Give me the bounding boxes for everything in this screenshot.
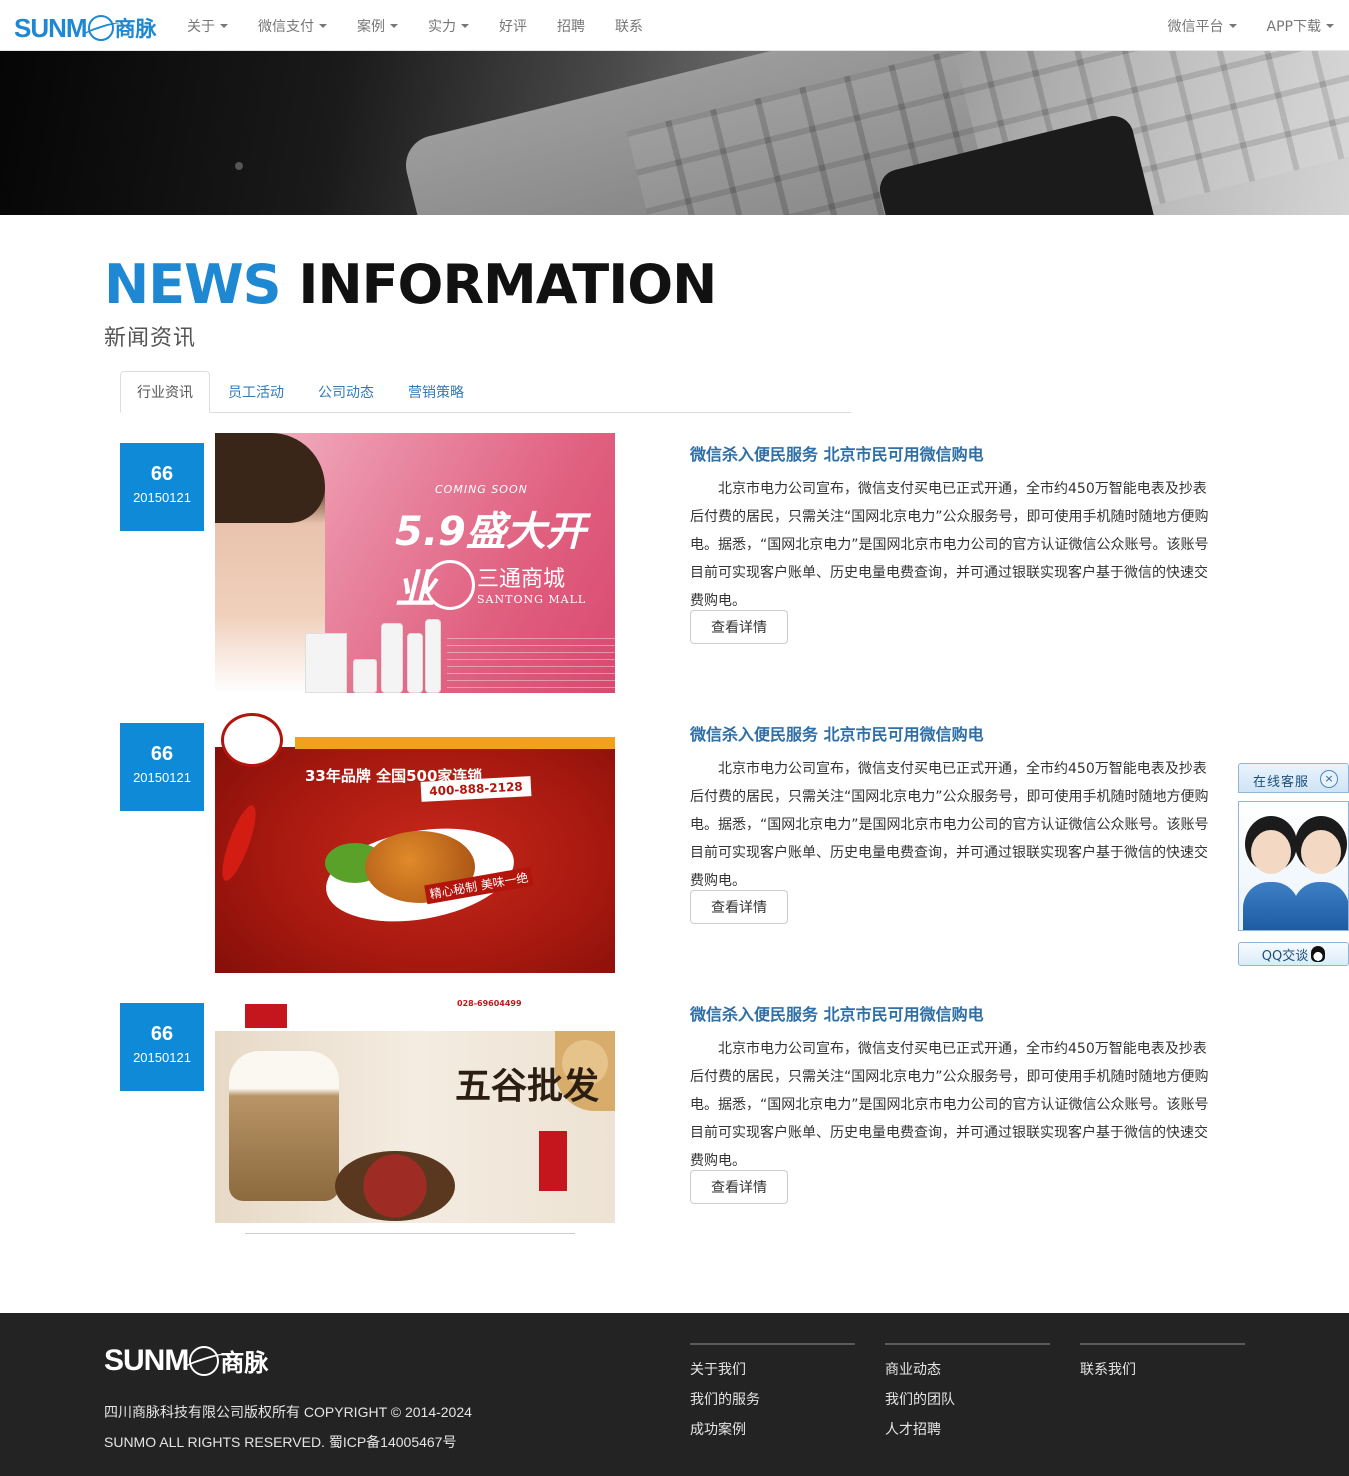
globe-icon [189,1345,220,1376]
nav-item-contact[interactable]: 联系 [600,0,658,51]
nav-item-wechat-platform[interactable]: 微信平台 [1153,0,1252,51]
caret-down-icon [461,23,469,28]
hero-banner [0,51,1349,215]
footer-column: 联系我们 [1080,1343,1245,1385]
qq-chat-button[interactable]: QQ交谈 [1238,942,1349,966]
footer-link-cases[interactable]: 成功案例 [690,1415,855,1445]
news-title-link[interactable]: 微信杀入便民服务 北京市民可用微信购电 [690,1001,984,1025]
date-badge: 66 20150121 [120,723,204,811]
footer-column: 关于我们 我们的服务 成功案例 [690,1343,855,1445]
caret-down-icon [1326,23,1334,28]
caret-down-icon [390,23,398,28]
tab-marketing-strategy[interactable]: 营销策略 [392,371,480,413]
widget-header: 在线客服 × [1238,763,1349,793]
online-service-widget: 在线客服 × QQ交谈 [1238,763,1349,967]
caret-down-icon [1228,23,1237,28]
beans-bowl-shape [335,1151,455,1221]
fine-print [447,638,615,688]
footer-column: 商业动态 我们的团队 人才招聘 [885,1343,1050,1445]
section-heading: NEWS INFORMATION 新闻资讯 [104,252,717,352]
nav-item-jobs[interactable]: 招聘 [542,0,600,51]
copyright: 四川商脉科技有限公司版权所有 COPYRIGHT © 2014-2024 SUN… [104,1404,472,1450]
nav-item-cases[interactable]: 案例 [342,0,413,51]
agents-avatar [1238,801,1349,931]
restaurant-logo-icon [221,713,283,767]
footer-logo[interactable]: SUNM 商脉 [104,1343,268,1378]
news-summary: 北京市电力公司宣布，微信支付买电已正式开通，全市约450万智能电表及抄表后付费的… [690,481,1209,609]
news-item: 66 20150121 COMING SOON 5.9盛大开业 三通商城 SAN… [120,433,1230,693]
shop-logo-icon [425,560,475,610]
qq-penguin-icon [1311,946,1326,962]
nav-item-wechat-pay[interactable]: 微信支付 [243,0,342,51]
news-item: 66 20150121 33年品牌 全国500家连锁 400-888-2128 … [120,713,1230,973]
news-title-link[interactable]: 微信杀入便民服务 北京市民可用微信购电 [690,721,984,745]
nav-right: 微信平台 APP下载 [1153,0,1349,51]
footer-link-about[interactable]: 关于我们 [690,1355,855,1385]
view-details-button[interactable]: 查看详情 [690,1170,788,1204]
news-summary: 北京市电力公司宣布，微信支付买电已正式开通，全市约450万智能电表及抄表后付费的… [690,761,1209,889]
tab-industry-news[interactable]: 行业资讯 [120,371,210,413]
news-summary: 北京市电力公司宣布，微信支付买电已正式开通，全市约450万智能电表及抄表后付费的… [690,1041,1209,1169]
view-details-button[interactable]: 查看详情 [690,610,788,644]
top-navbar: SUNM 商脉 关于 微信支付 案例 实力 好评 招聘 联系 微信平台 APP下… [0,0,1349,51]
footer-link-services[interactable]: 我们的服务 [690,1385,855,1415]
footer-link-team[interactable]: 我们的团队 [885,1385,1050,1415]
nav-item-about[interactable]: 关于 [172,0,243,51]
caret-down-icon [220,23,228,28]
globe-icon [87,15,114,41]
site-footer: SUNM 商脉 四川商脉科技有限公司版权所有 COPYRIGHT © 2014-… [0,1313,1349,1476]
logo-chinese: 商脉 [114,17,157,41]
caret-down-icon [319,23,327,28]
heading-chinese: 新闻资讯 [104,326,197,351]
brand-logo [245,1004,287,1028]
footer-link-recruitment[interactable]: 人才招聘 [885,1415,1050,1445]
chili-shape [215,801,263,885]
site-logo[interactable]: SUNM 商脉 [14,12,157,44]
grain-banner: 五谷批发 [215,1031,615,1223]
rice-sack-shape [229,1051,339,1201]
news-thumbnail[interactable]: 028-69604499 五谷批发 [215,993,615,1253]
nav-item-strength[interactable]: 实力 [413,0,484,51]
footer-link-business-news[interactable]: 商业动态 [885,1355,1050,1385]
news-item: 66 20150121 028-69604499 五谷批发 微信杀入便民服务 北… [120,993,1230,1253]
tab-company-news[interactable]: 公司动态 [302,371,390,413]
cosmetics-bottles [305,618,445,693]
news-title-link[interactable]: 微信杀入便民服务 北京市民可用微信购电 [690,441,984,465]
main-nav: 关于 微信支付 案例 实力 好评 招聘 联系 [172,0,658,51]
close-icon[interactable]: × [1320,770,1338,788]
news-tabs: 行业资讯 员工活动 公司动态 营销策略 [120,371,851,413]
tab-staff-activities[interactable]: 员工活动 [212,371,300,413]
date-badge: 66 20150121 [120,443,204,531]
nav-item-reviews[interactable]: 好评 [484,0,542,51]
date-badge: 66 20150121 [120,1003,204,1091]
heading-english: NEWS INFORMATION [104,253,717,316]
promo-stamp [539,1131,567,1191]
nav-item-app-download[interactable]: APP下载 [1252,0,1349,51]
news-thumbnail[interactable]: COMING SOON 5.9盛大开业 三通商城 SANTONG MALL [215,433,615,693]
view-details-button[interactable]: 查看详情 [690,890,788,924]
news-thumbnail[interactable]: 33年品牌 全国500家连锁 400-888-2128 精心秘制 美味一绝 [215,713,615,973]
banner-dot [235,162,243,170]
logo-wordmark: SUNM [14,12,88,43]
footer-link-contact[interactable]: 联系我们 [1080,1355,1245,1385]
